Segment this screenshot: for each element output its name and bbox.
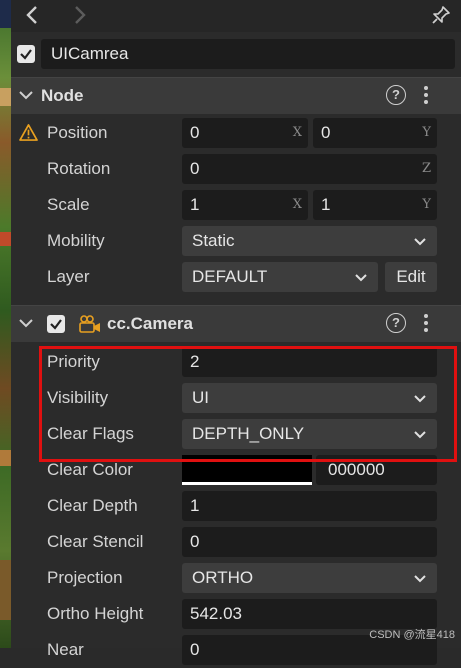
clear-flags-select[interactable]: DEPTH_ONLY (182, 419, 437, 449)
pin-icon[interactable] (431, 5, 451, 25)
clear-color-swatch[interactable] (182, 455, 312, 485)
rotation-row: Rotation 0 Z (11, 151, 461, 187)
scale-x-input[interactable]: 1 X (182, 190, 308, 220)
near-label: Near (47, 640, 84, 659)
node-name-bar: UICamrea (11, 36, 461, 72)
camera-icon (79, 315, 100, 333)
priority-row: Priority 2 (11, 344, 461, 380)
axis-x-label: X (292, 197, 302, 212)
position-row: Position 0 X 0 Y (11, 115, 461, 151)
inspector-panel: UICamrea Node ? Position 0 X 0 Y Rotatio… (11, 0, 461, 665)
inspector-toolbar (11, 0, 461, 32)
ortho-height-input[interactable]: 542.03 (182, 599, 437, 629)
projection-select[interactable]: ORTHO (182, 563, 437, 593)
clear-color-label: Clear Color (47, 460, 133, 479)
axis-x-label: X (292, 125, 302, 140)
clear-stencil-input[interactable]: 0 (182, 527, 437, 557)
camera-enabled-checkbox[interactable] (47, 315, 65, 333)
camera-section-header[interactable]: cc.Camera ? (11, 305, 461, 342)
clear-stencil-row: Clear Stencil 0 (11, 524, 461, 560)
chevron-left-icon[interactable] (21, 4, 43, 26)
layer-row: Layer DEFAULT Edit (11, 259, 461, 295)
chevron-down-icon (355, 274, 367, 282)
scene-preview-strip (0, 0, 11, 648)
scale-y-input[interactable]: 1 Y (313, 190, 437, 220)
chevron-down-icon (414, 431, 426, 439)
chevron-down-icon (414, 238, 426, 246)
axis-z-label: Z (421, 161, 431, 176)
scale-label: Scale (47, 195, 90, 214)
ortho-height-label: Ortho Height (47, 604, 144, 623)
chevron-right-icon[interactable] (69, 4, 91, 26)
mobility-select[interactable]: Static (182, 226, 437, 256)
layer-label: Layer (47, 267, 90, 286)
chevron-down-icon[interactable] (18, 87, 34, 103)
chevron-down-icon (414, 575, 426, 583)
rotation-z-input[interactable]: 0 Z (182, 154, 437, 184)
clear-color-hex-input[interactable]: 000000 (316, 455, 437, 485)
clear-flags-row: Clear Flags DEPTH_ONLY (11, 416, 461, 452)
more-vertical-icon[interactable] (423, 86, 429, 106)
visibility-label: Visibility (47, 388, 109, 407)
priority-input[interactable]: 2 (182, 347, 437, 377)
axis-y-label: Y (422, 197, 431, 212)
node-active-checkbox[interactable] (17, 45, 35, 63)
scale-row: Scale 1 X 1 Y (11, 187, 461, 223)
node-name-input[interactable]: UICamrea (41, 39, 455, 69)
clear-stencil-label: Clear Stencil (47, 532, 144, 551)
priority-label: Priority (47, 352, 100, 371)
rotation-label: Rotation (47, 159, 111, 178)
clear-color-row: Clear Color 000000 (11, 452, 461, 488)
watermark: CSDN @流星418 (369, 629, 455, 641)
visibility-select[interactable]: UI (182, 383, 437, 413)
chevron-down-icon (414, 395, 426, 403)
visibility-row: Visibility UI (11, 380, 461, 416)
position-x-input[interactable]: 0 X (182, 118, 308, 148)
axis-y-label: Y (422, 125, 431, 140)
help-icon[interactable]: ? (386, 85, 406, 105)
clear-depth-row: Clear Depth 1 (11, 488, 461, 524)
mobility-label: Mobility (47, 231, 105, 250)
position-label: Position (47, 123, 108, 142)
projection-label: Projection (47, 568, 123, 587)
node-section-title: Node (41, 86, 84, 105)
camera-section-title: cc.Camera (107, 314, 194, 333)
chevron-down-icon[interactable] (18, 315, 34, 331)
mobility-row: Mobility Static (11, 223, 461, 259)
help-icon[interactable]: ? (386, 313, 406, 333)
more-vertical-icon[interactable] (423, 314, 429, 334)
layer-select[interactable]: DEFAULT (182, 262, 378, 292)
layer-edit-button[interactable]: Edit (385, 262, 437, 292)
clear-depth-input[interactable]: 1 (182, 491, 437, 521)
projection-row: Projection ORTHO (11, 560, 461, 596)
position-y-input[interactable]: 0 Y (313, 118, 437, 148)
clear-depth-label: Clear Depth (47, 496, 138, 515)
clear-flags-label: Clear Flags (47, 424, 134, 443)
warning-icon (19, 124, 38, 141)
node-section-header[interactable]: Node ? (11, 77, 461, 114)
